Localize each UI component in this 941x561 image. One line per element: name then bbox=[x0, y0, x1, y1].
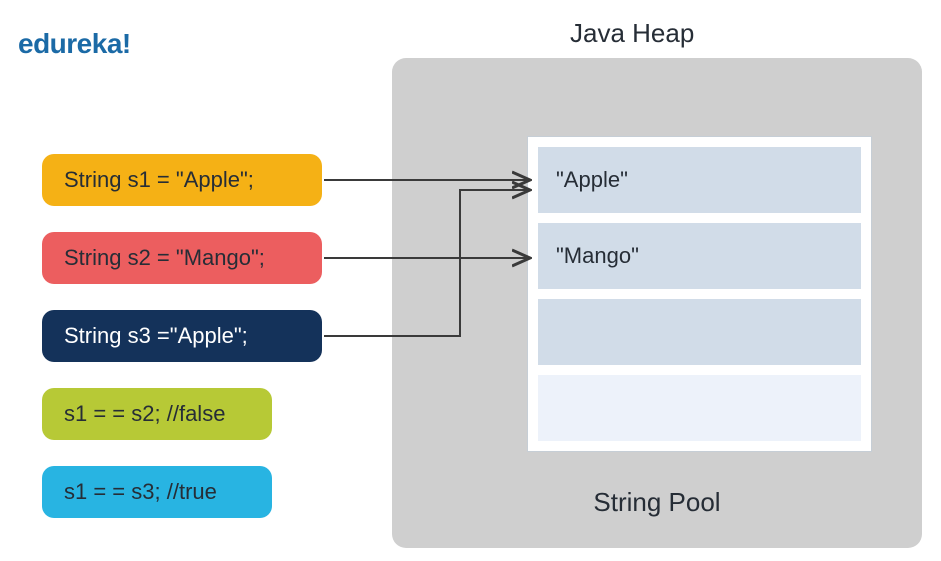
logo: edureka! bbox=[18, 28, 131, 60]
pool-entry-mango: "Mango" bbox=[538, 223, 861, 289]
code-s1-declaration: String s1 = "Apple"; bbox=[42, 154, 322, 206]
code-s1-eq-s3: s1 = = s3; //true bbox=[42, 466, 272, 518]
pool-entry-apple: "Apple" bbox=[538, 147, 861, 213]
java-heap-region: "Apple" "Mango" String Pool bbox=[392, 58, 922, 548]
heap-title: Java Heap bbox=[570, 18, 694, 49]
code-s1-eq-s2: s1 = = s2; //false bbox=[42, 388, 272, 440]
string-pool-box: "Apple" "Mango" bbox=[527, 136, 872, 452]
string-pool-label: String Pool bbox=[392, 487, 922, 518]
pool-entry-empty-2 bbox=[538, 375, 861, 441]
code-s3-declaration: String s3 ="Apple"; bbox=[42, 310, 322, 362]
pool-entry-empty-1 bbox=[538, 299, 861, 365]
code-s2-declaration: String s2 = "Mango"; bbox=[42, 232, 322, 284]
